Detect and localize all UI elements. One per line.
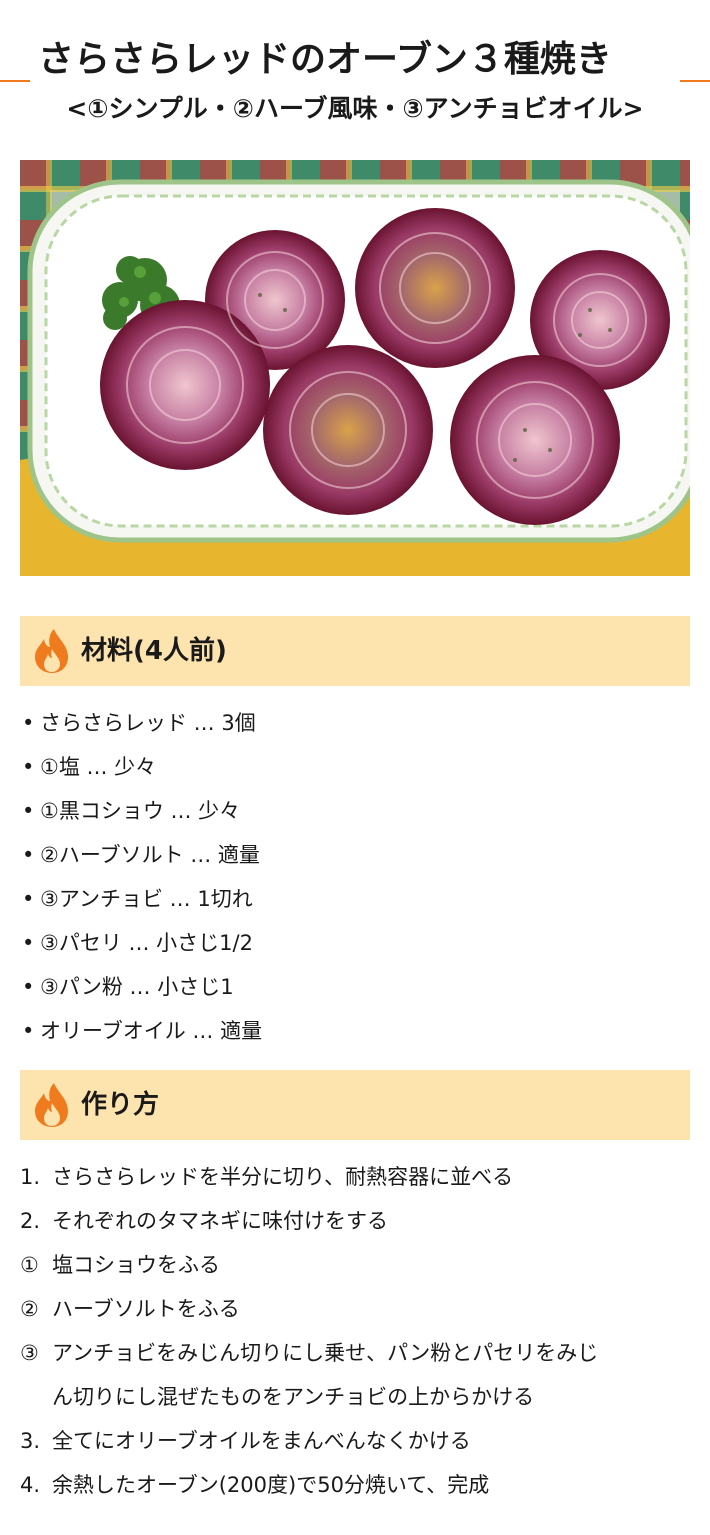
title-bar: さらさらレッドのオーブン３種焼き xyxy=(0,38,710,82)
steps-heading: 作り方 xyxy=(81,1090,160,1120)
list-item: • さらさらレッド … 3個 xyxy=(22,711,256,735)
flame-icon xyxy=(35,629,68,673)
ingredients-heading: 材料(4人前) xyxy=(81,636,227,666)
dish-photo xyxy=(20,160,703,576)
ingredients-list: • さらさらレッド … 3個 • ①塩 … 少々 • ①黒コショウ … 少々 • ②ハー… xyxy=(20,701,690,1053)
flame-icon xyxy=(35,1083,68,1127)
list-item: • ①黒コショウ … 少々 xyxy=(22,799,241,823)
step-row: ① 塩コショウをふる xyxy=(20,1253,220,1277)
list-item: • ③アンチョビ … 1切れ xyxy=(22,887,253,911)
ingredients-heading-bar: 材料(4人前) xyxy=(20,616,690,686)
list-item: • ①塩 … 少々 xyxy=(22,755,157,779)
title-rule-right xyxy=(680,80,710,82)
step-row-continuation: ん切りにし混ぜたものをアンチョビの上からかける xyxy=(52,1385,535,1409)
page-subtitle: <①シンプル・②ハーブ風味・③アンチョビオイル> xyxy=(66,94,644,123)
step-row: ③ アンチョビをみじん切りにし乗せ、パン粉とパセリをみじ xyxy=(20,1341,599,1365)
steps-list: 1. さらさらレッドを半分に切り、耐熱容器に並べる 2. それぞれのタマネギに味付け… xyxy=(20,1155,690,1507)
step-row: ② ハーブソルトをふる xyxy=(20,1297,240,1321)
title-rule-left xyxy=(0,80,30,82)
step-row: 4. 余熱したオーブン(200度)で50分焼いて、完成 xyxy=(20,1473,490,1497)
step-row: 3. 全てにオリーブオイルをまんべんなくかける xyxy=(20,1429,471,1453)
step-row: 1. さらさらレッドを半分に切り、耐熱容器に並べる xyxy=(20,1165,514,1189)
list-item: • ③パン粉 … 小さじ1 xyxy=(22,975,234,999)
steps-heading-bar: 作り方 xyxy=(20,1070,690,1140)
step-row: 2. それぞれのタマネギに味付けをする xyxy=(20,1209,388,1233)
list-item: • オリーブオイル … 適量 xyxy=(22,1019,263,1043)
list-item: • ③パセリ … 小さじ1/2 xyxy=(22,931,253,955)
list-item: • ②ハーブソルト … 適量 xyxy=(22,843,260,867)
page-title: さらさらレッドのオーブン３種焼き xyxy=(38,39,612,80)
